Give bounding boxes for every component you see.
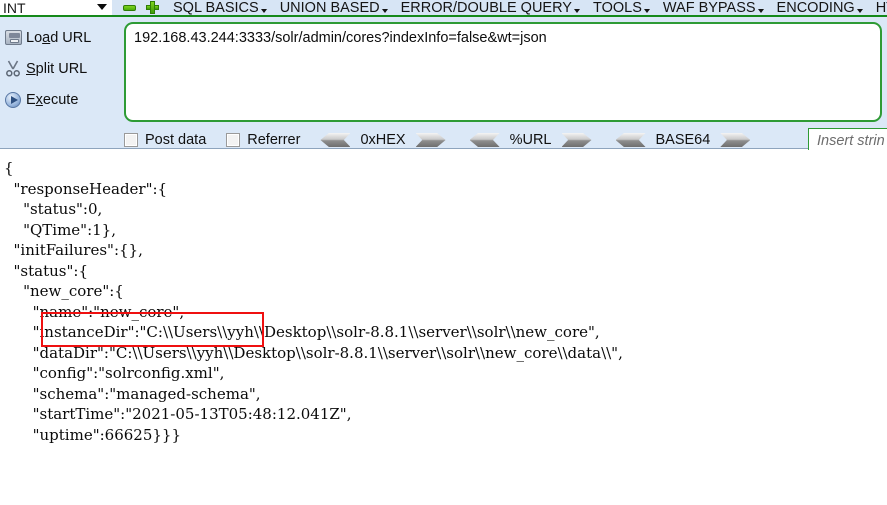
menu-item-waf-bypass[interactable]: WAF BYPASS (662, 0, 764, 16)
url-converter-label: %URL (509, 132, 552, 148)
chevron-down-icon (97, 4, 107, 10)
url-input[interactable]: 192.168.43.244:3333/solr/admin/cores?ind… (124, 22, 882, 122)
minus-icon[interactable] (123, 4, 136, 11)
menu-item-ht[interactable]: HT (875, 0, 887, 16)
menu-item-tools[interactable]: TOOLS (592, 0, 650, 16)
url-encode-arrow-right-icon[interactable] (561, 133, 592, 147)
hex-converter-group: 0xHEX (320, 132, 446, 148)
base64-encode-arrow-right-icon[interactable] (720, 133, 751, 147)
menu-item-label: ERROR/DOUBLE QUERY (400, 0, 572, 16)
checkbox-box (124, 133, 138, 147)
plus-icon[interactable] (146, 1, 159, 14)
load-url-icon (0, 30, 26, 45)
load-url-label: Load URL (26, 29, 92, 46)
checkbox-box (226, 133, 241, 147)
action-button-list: Load URL Split URL Execute (0, 22, 112, 115)
type-selector-combobox[interactable]: INT (0, 0, 112, 16)
menu-item-label: ENCODING (776, 0, 855, 16)
caret-down-icon (643, 8, 650, 13)
base64-decode-arrow-left-icon[interactable] (615, 133, 646, 147)
hex-encode-arrow-right-icon[interactable] (415, 133, 446, 147)
split-url-button[interactable]: Split URL (0, 53, 112, 84)
menu-item-label: TOOLS (592, 0, 642, 16)
options-row: Post data Referrer 0xHEX %URL BASE64 (124, 129, 887, 151)
hex-converter-label: 0xHEX (360, 132, 406, 148)
url-decode-arrow-left-icon[interactable] (469, 133, 500, 147)
menu-item-label: SQL BASICS (173, 0, 259, 16)
url-converter-group: %URL (469, 132, 592, 148)
referrer-checkbox[interactable]: Referrer (226, 132, 300, 148)
type-selector-value: INT (3, 0, 26, 16)
execute-button[interactable]: Execute (0, 84, 112, 115)
response-body-panel[interactable]: { "responseHeader":{ "status":0, "QTime"… (0, 150, 887, 505)
caret-down-icon (381, 8, 388, 13)
base64-converter-group: BASE64 (615, 132, 751, 148)
request-toolbar: Load URL Split URL Execute 192.168.43.24… (0, 17, 887, 153)
menu-item-label: WAF BYPASS (662, 0, 756, 16)
http-request-tool-window: INT SQL BASICS UNION BASED ERROR/DOUBLE … (0, 0, 887, 505)
menu-item-label: UNION BASED (279, 0, 380, 16)
load-url-button[interactable]: Load URL (0, 22, 112, 53)
base64-converter-label: BASE64 (655, 132, 711, 148)
post-data-checkbox[interactable]: Post data (124, 132, 206, 148)
caret-down-icon (573, 8, 580, 13)
menu-item-union-based[interactable]: UNION BASED (279, 0, 388, 16)
referrer-label: Referrer (247, 132, 301, 148)
response-json-text: { "responseHeader":{ "status":0, "QTime"… (4, 159, 623, 444)
caret-down-icon (260, 8, 267, 13)
caret-down-icon (856, 8, 863, 13)
execute-label: Execute (26, 91, 79, 108)
url-input-value: 192.168.43.244:3333/solr/admin/cores?ind… (134, 30, 547, 46)
menu-item-label: HT (875, 0, 887, 16)
scissors-icon (0, 60, 26, 77)
play-icon (0, 91, 26, 108)
menu-bar: INT SQL BASICS UNION BASED ERROR/DOUBLE … (0, 0, 887, 17)
menu-item-error-double-query[interactable]: ERROR/DOUBLE QUERY (400, 0, 580, 16)
insert-string-placeholder: Insert strin (817, 132, 885, 149)
menu-item-sql-basics[interactable]: SQL BASICS (173, 0, 267, 16)
caret-down-icon (757, 8, 764, 13)
split-url-label: Split URL (26, 60, 88, 77)
hex-decode-arrow-left-icon[interactable] (320, 133, 351, 147)
menu-item-list: SQL BASICS UNION BASED ERROR/DOUBLE QUER… (173, 0, 887, 16)
post-data-label: Post data (145, 132, 207, 148)
menu-item-encoding[interactable]: ENCODING (776, 0, 863, 16)
